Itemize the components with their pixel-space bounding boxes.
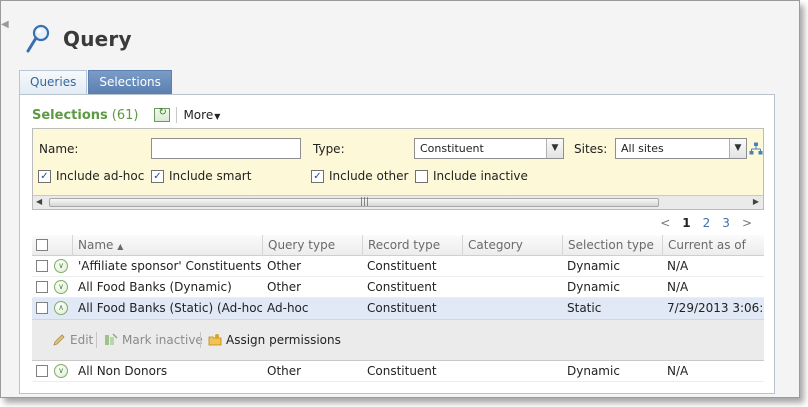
row-selection-type: Dynamic: [567, 364, 620, 378]
grid-header-row: Name ▲ Query type Record type Category S…: [32, 235, 764, 256]
row-query-type: Other: [267, 280, 302, 294]
row-record-type: Constituent: [367, 280, 437, 294]
scrollbar-thumb[interactable]: |||: [49, 197, 659, 207]
sites-filter-select[interactable]: All sites ▼: [615, 138, 747, 159]
sites-filter-label: Sites:: [574, 142, 608, 156]
include-other-checkbox[interactable]: ✓: [311, 170, 324, 183]
chevron-down-icon[interactable]: ▼: [546, 139, 563, 158]
row-checkbox[interactable]: [36, 365, 48, 377]
selections-count: (61): [111, 107, 139, 123]
row-record-type: Constituent: [367, 301, 437, 315]
type-filter-label: Type:: [313, 142, 345, 156]
pencil-icon: [53, 334, 65, 346]
row-current-as-of: N/A: [667, 259, 689, 273]
include-smart-checkbox[interactable]: ✓: [151, 170, 164, 183]
include-adhoc-checkbox[interactable]: ✓: [38, 170, 51, 183]
row-current-as-of: N/A: [667, 364, 689, 378]
column-header-record-type[interactable]: Record type: [362, 235, 462, 256]
include-smart-label: Include smart: [169, 169, 252, 183]
toolbar-divider: [176, 107, 178, 123]
assign-permissions-button[interactable]: Assign permissions: [208, 333, 341, 347]
page-2-link[interactable]: 2: [703, 216, 711, 230]
page-3-link[interactable]: 3: [722, 216, 730, 230]
tab-queries[interactable]: Queries: [19, 70, 88, 94]
include-inactive-label: Include inactive: [433, 169, 528, 183]
chevron-down-icon[interactable]: ▼: [729, 139, 746, 158]
expand-row-icon[interactable]: ∨: [54, 259, 68, 273]
row-current-as-of: N/A: [667, 280, 689, 294]
column-header-query-type[interactable]: Query type: [262, 235, 362, 256]
selections-title: Selections: [32, 107, 108, 123]
selections-header: Selections (61) More▼: [32, 107, 220, 123]
table-row[interactable]: ∨ 'Affiliate sponsor' Constituents Other…: [32, 256, 764, 277]
row-checkbox[interactable]: [36, 302, 48, 314]
row-category: [467, 277, 562, 298]
type-filter-select[interactable]: Constituent ▼: [414, 138, 564, 159]
column-header-current-as-of[interactable]: Current as of: [662, 235, 764, 256]
include-other-label: Include other: [329, 169, 409, 183]
include-inactive-checkbox[interactable]: [415, 170, 428, 183]
edit-button[interactable]: Edit: [52, 333, 93, 347]
table-row[interactable]: ∨ All Food Banks (Dynamic) Other Constit…: [32, 277, 764, 298]
expand-row-icon[interactable]: ∨: [54, 280, 68, 294]
row-current-as-of: 7/29/2013 3:06:...: [667, 301, 764, 315]
select-all-checkbox[interactable]: [36, 239, 48, 251]
action-divider: [200, 332, 201, 348]
row-checkbox[interactable]: [36, 281, 48, 293]
scroll-right-icon[interactable]: ▶: [753, 197, 759, 206]
filter-panel: Name: Type: Constituent ▼ Sites: All sit…: [32, 128, 764, 210]
row-record-type: Constituent: [367, 259, 437, 273]
include-adhoc-label: Include ad-hoc: [56, 169, 145, 183]
column-header-category[interactable]: Category: [462, 235, 562, 256]
row-query-type: Other: [267, 364, 302, 378]
site-hierarchy-icon[interactable]: [749, 142, 763, 156]
column-header-name[interactable]: Name ▲: [72, 235, 262, 256]
row-category: [467, 361, 562, 382]
row-name[interactable]: All Food Banks (Static) (Ad-hoc ...: [78, 298, 262, 319]
collapse-handle-icon[interactable]: ◀: [1, 19, 9, 43]
expand-row-icon[interactable]: ∨: [54, 364, 68, 378]
sort-ascending-icon: ▲: [117, 242, 124, 251]
selections-grid: Name ▲ Query type Record type Category S…: [32, 235, 764, 382]
row-selection-type: Dynamic: [567, 259, 620, 273]
row-category: [467, 298, 562, 319]
filter-horizontal-scrollbar[interactable]: ◀ ||| ▶: [33, 195, 763, 209]
row-record-type: Constituent: [367, 364, 437, 378]
row-name[interactable]: All Non Donors: [78, 361, 262, 382]
row-checkbox[interactable]: [36, 260, 48, 272]
selections-panel: Selections (61) More▼ Name: Type: Consti…: [19, 94, 775, 394]
next-page-button[interactable]: >: [742, 216, 752, 230]
tab-selections[interactable]: Selections: [88, 70, 172, 94]
tab-bar: Queries Selections: [19, 70, 173, 94]
row-name[interactable]: 'Affiliate sponsor' Constituents: [78, 256, 262, 277]
name-filter-label: Name:: [39, 142, 79, 156]
magnifier-icon: [26, 24, 50, 53]
page-header: Query: [25, 21, 132, 57]
scroll-left-icon[interactable]: ◀: [36, 197, 42, 206]
page-title: Query: [63, 27, 132, 51]
row-name[interactable]: All Food Banks (Dynamic): [78, 277, 262, 298]
pagination: < 1 2 3 >: [660, 216, 752, 230]
mark-inactive-icon: [105, 333, 118, 345]
refresh-icon[interactable]: [154, 107, 171, 122]
table-row-selected[interactable]: ∧ All Food Banks (Static) (Ad-hoc ... Ad…: [32, 298, 764, 319]
folder-key-icon: [208, 334, 222, 346]
column-header-selection-type[interactable]: Selection type: [562, 235, 662, 256]
more-menu-button[interactable]: More▼: [183, 108, 220, 122]
row-selection-type: Dynamic: [567, 280, 620, 294]
row-category: [467, 256, 562, 277]
row-query-type: Ad-hoc: [267, 301, 309, 315]
previous-page-button[interactable]: <: [660, 216, 670, 230]
page-1-link[interactable]: 1: [682, 216, 690, 230]
row-query-type: Other: [267, 259, 302, 273]
action-divider: [96, 332, 97, 348]
row-selection-type: Static: [567, 301, 602, 315]
name-filter-input[interactable]: [151, 138, 301, 159]
table-row[interactable]: ∨ All Non Donors Other Constituent Dynam…: [32, 361, 764, 382]
query-window: ◀ Query Queries Selections Selections (6…: [0, 0, 800, 398]
mark-inactive-button[interactable]: Mark inactive: [104, 333, 203, 347]
row-action-bar: Edit Mark inactive Assign permissions: [32, 319, 764, 361]
collapse-row-icon[interactable]: ∧: [54, 301, 68, 315]
